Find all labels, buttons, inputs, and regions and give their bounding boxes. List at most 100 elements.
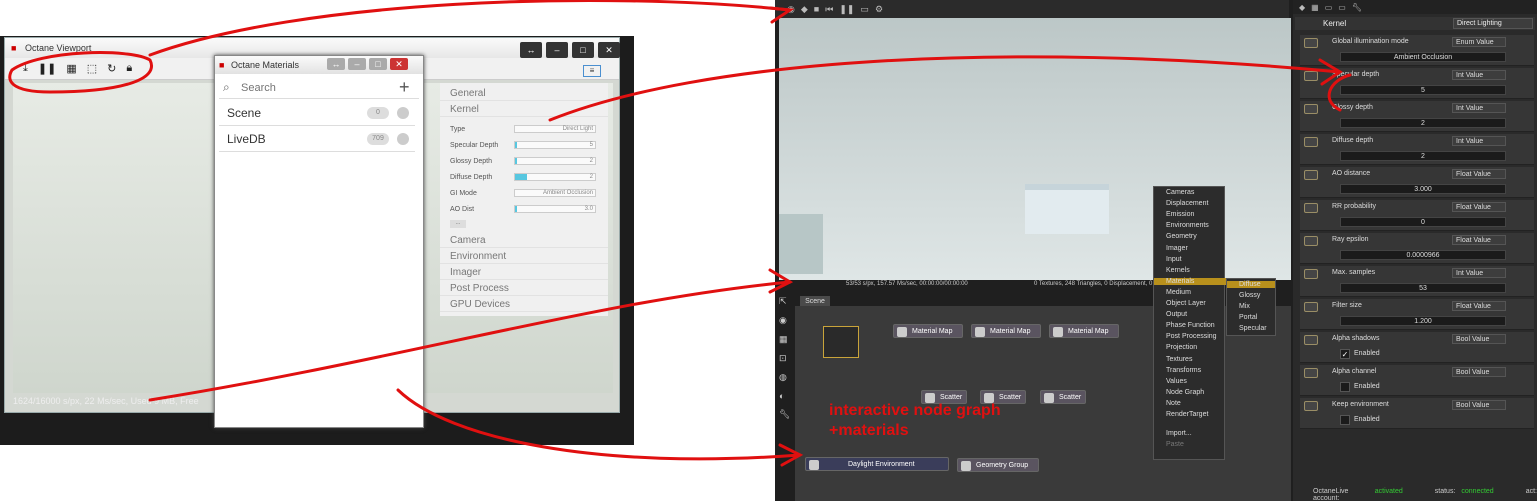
fit-icon[interactable]: ⊡ <box>779 353 793 364</box>
node-daylight-environment[interactable]: Daylight Environment <box>805 457 949 471</box>
wrench-icon[interactable]: 🔧︎ <box>1352 3 1362 12</box>
submenu-item[interactable]: Portal <box>1239 314 1257 321</box>
value-field[interactable]: 5 <box>1340 85 1506 95</box>
graph-minimap[interactable] <box>823 326 859 358</box>
close-button[interactable]: ✕ <box>390 58 408 70</box>
pin-icon[interactable] <box>1304 236 1318 246</box>
pause-icon[interactable]: ❚❚ <box>839 4 854 15</box>
value-field[interactable]: 2 <box>1340 118 1506 128</box>
menu-item[interactable]: Values <box>1166 378 1226 385</box>
menu-item[interactable]: Object Layer <box>1166 300 1226 307</box>
refresh-icon[interactable]: ↻ <box>107 62 116 75</box>
render-icon[interactable]: ◉ <box>779 315 793 326</box>
pin-icon[interactable] <box>1304 401 1318 411</box>
menu-item[interactable]: Node Graph <box>1166 389 1226 396</box>
display-icon[interactable]: ▭ <box>860 4 869 15</box>
value-field[interactable]: 3.000 <box>1340 184 1506 194</box>
value-type-select[interactable]: Float Value <box>1452 202 1506 212</box>
value-type-select[interactable]: Bool Value <box>1452 367 1506 377</box>
value-field[interactable]: Ambient Occlusion <box>1340 52 1506 62</box>
section-imager[interactable]: Imager <box>440 265 608 280</box>
value-field[interactable]: 1.200 <box>1340 316 1506 326</box>
pin-icon[interactable] <box>1304 170 1318 180</box>
color-icon[interactable]: ◆ <box>801 4 808 15</box>
material-icon[interactable]: ◍ <box>779 372 793 383</box>
pin-icon[interactable] <box>1304 137 1318 147</box>
value-type-select[interactable]: Int Value <box>1452 136 1506 146</box>
resize-button[interactable]: ↔ <box>520 42 542 58</box>
checker-icon[interactable]: ▦ <box>66 62 76 75</box>
wrench-icon[interactable]: 🔧︎ <box>779 409 793 420</box>
pin-icon[interactable] <box>1304 104 1318 114</box>
region-icon[interactable]: ⬚ <box>87 62 97 75</box>
menu-item[interactable]: RenderTarget <box>1166 411 1226 418</box>
menu-item[interactable]: Geometry <box>1166 233 1226 240</box>
menu-item[interactable]: Paste <box>1166 441 1226 448</box>
value-type-select[interactable]: Enum Value <box>1452 37 1506 47</box>
minimize-button[interactable]: – <box>348 58 366 70</box>
value-type-select[interactable]: Bool Value <box>1452 334 1506 344</box>
menu-item[interactable]: Medium <box>1166 289 1226 296</box>
submenu-item[interactable]: Specular <box>1239 325 1267 332</box>
value-type-select[interactable]: Float Value <box>1452 169 1506 179</box>
setting-control[interactable]: 2 <box>514 157 596 165</box>
chevron-right-icon[interactable] <box>397 132 409 145</box>
menu-item[interactable]: Displacement <box>1166 200 1226 207</box>
setting-control[interactable]: 5 <box>514 141 596 149</box>
value-type-select[interactable]: Int Value <box>1452 103 1506 113</box>
setting-control[interactable]: 3.0 <box>514 205 596 213</box>
value-field[interactable]: 0.0000966 <box>1340 250 1506 260</box>
value-field[interactable]: 2 <box>1340 151 1506 161</box>
pin-icon[interactable] <box>1304 38 1318 48</box>
grid-icon[interactable]: ▦ <box>779 334 793 345</box>
kernel-type-select[interactable]: Direct Lighting <box>1453 18 1533 29</box>
close-button[interactable]: ✕ <box>598 42 620 58</box>
menu-item[interactable]: Imager <box>1166 245 1226 252</box>
add-icon[interactable]: + <box>399 77 410 98</box>
pause-icon[interactable]: ❚❚ <box>38 62 56 75</box>
menu-item[interactable]: Projection <box>1166 344 1226 351</box>
submenu-item[interactable]: Diffuse <box>1227 281 1275 288</box>
minimize-button[interactable]: – <box>546 42 568 58</box>
checkbox[interactable]: ✓ <box>1340 349 1350 359</box>
value-type-select[interactable]: Float Value <box>1452 235 1506 245</box>
list-item[interactable]: Scene 0 <box>219 100 415 126</box>
display-icon[interactable]: ▭ <box>1338 3 1346 12</box>
maximize-button[interactable]: □ <box>572 42 594 58</box>
submenu-item[interactable]: Mix <box>1239 303 1250 310</box>
checkbox[interactable] <box>1340 382 1350 392</box>
pin-icon[interactable] <box>1304 203 1318 213</box>
node-scatter[interactable]: Scatter <box>1040 390 1086 404</box>
pin-icon[interactable] <box>1304 335 1318 345</box>
chevron-right-icon[interactable] <box>397 106 409 119</box>
download-icon[interactable]: ⤓ <box>23 62 28 75</box>
menu-item[interactable]: Transforms <box>1166 367 1226 374</box>
setting-control[interactable]: Ambient Occlusion <box>514 189 596 197</box>
section-post-process[interactable]: Post Process <box>440 281 608 296</box>
settings-icon[interactable]: ⚙ <box>875 4 883 15</box>
section-environment[interactable]: Environment <box>440 249 608 264</box>
list-item[interactable]: LiveDB 709 <box>219 126 415 152</box>
render-icon[interactable]: ◉ <box>787 4 795 15</box>
pin-icon[interactable] <box>1304 302 1318 312</box>
select-icon[interactable]: ⇱ <box>779 296 793 307</box>
setting-control[interactable]: 2 <box>514 173 596 181</box>
menu-item[interactable]: Kernels <box>1166 267 1226 274</box>
maximize-button[interactable]: □ <box>369 58 387 70</box>
section-general[interactable]: General <box>440 86 608 101</box>
menu-item[interactable]: Note <box>1166 400 1226 407</box>
stop-icon[interactable]: ■ <box>814 4 819 14</box>
node-geometry-group[interactable]: Geometry Group <box>957 458 1039 472</box>
menu-icon[interactable]: ≡ <box>583 65 601 77</box>
submenu-item[interactable]: Glossy <box>1239 292 1260 299</box>
menu-item[interactable]: Environments <box>1166 222 1226 229</box>
menu-item[interactable]: Output <box>1166 311 1226 318</box>
folder-icon[interactable]: ▭ <box>1325 3 1333 12</box>
value-type-select[interactable]: Bool Value <box>1452 400 1506 410</box>
value-type-select[interactable]: Int Value <box>1452 70 1506 80</box>
search-input[interactable] <box>241 80 391 96</box>
cube-icon[interactable]: ◆ <box>1299 3 1305 12</box>
menu-item[interactable]: Materials <box>1154 277 1226 285</box>
pin-icon[interactable] <box>1304 368 1318 378</box>
section-kernel[interactable]: Kernel <box>440 102 608 117</box>
